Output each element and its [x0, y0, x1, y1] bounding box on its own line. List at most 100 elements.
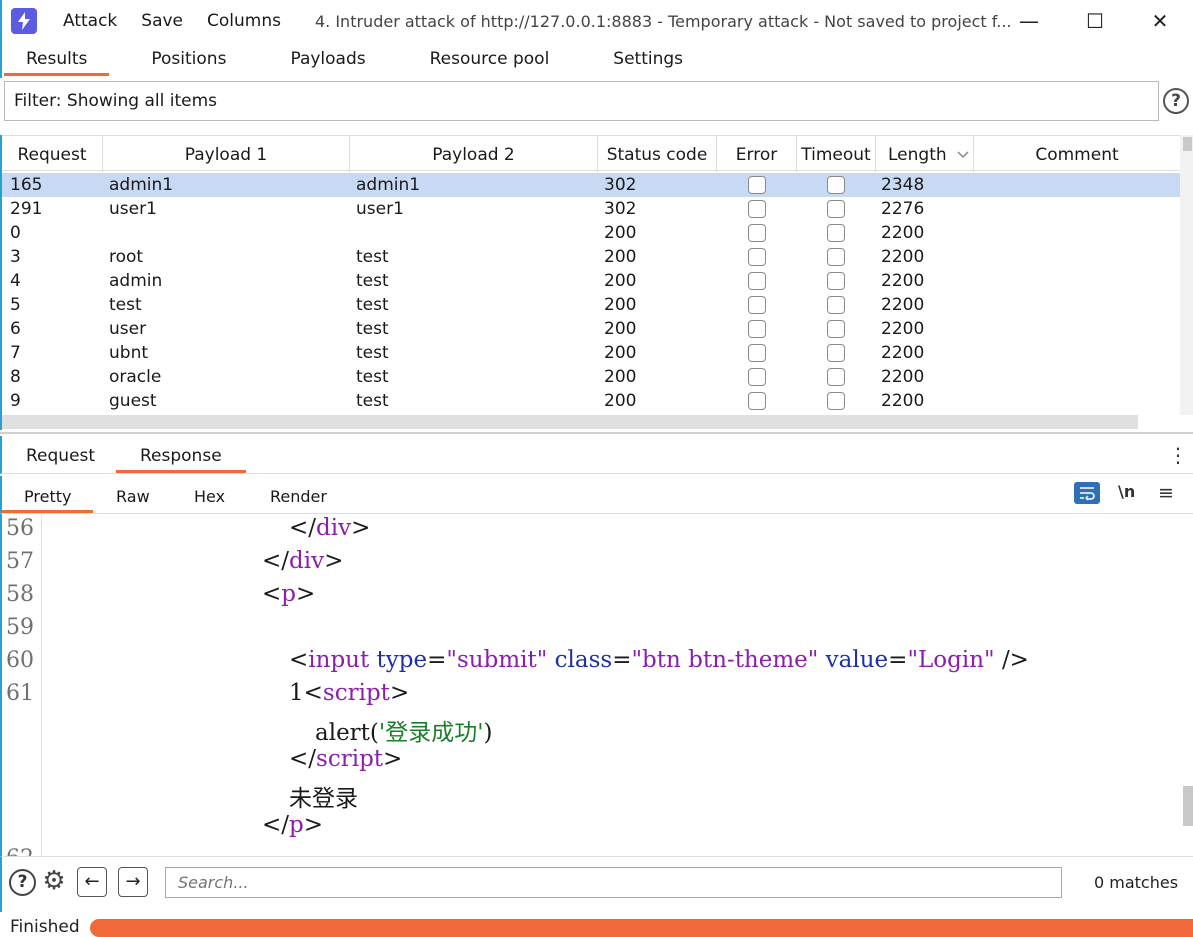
timeout-checkbox[interactable]: [827, 176, 845, 194]
error-checkbox[interactable]: [748, 200, 766, 218]
table-row[interactable]: 291 user1 user1 302 2276: [2, 197, 1180, 221]
cell-status: 200: [604, 367, 637, 387]
timeout-checkbox[interactable]: [827, 296, 845, 314]
table-row[interactable]: 7 ubnt test 200 2200: [2, 341, 1180, 365]
error-checkbox[interactable]: [748, 272, 766, 290]
tab-render[interactable]: Render: [270, 476, 327, 513]
cell-request: 291: [10, 199, 43, 219]
cell-p1: user: [109, 319, 147, 339]
help-icon[interactable]: ?: [9, 869, 36, 896]
col-timeout[interactable]: Timeout: [797, 136, 876, 172]
timeout-checkbox[interactable]: [827, 392, 845, 410]
code-bracket: />: [1001, 647, 1029, 673]
help-icon[interactable]: ?: [1163, 88, 1189, 114]
table-row[interactable]: 0 200 2200: [2, 221, 1180, 245]
menu-save[interactable]: Save: [141, 11, 183, 31]
minimize-button[interactable]: —: [1006, 4, 1052, 38]
code-line: 未登录: [289, 779, 358, 813]
table-row[interactable]: 3 root test 200 2200: [2, 245, 1180, 269]
table-row[interactable]: 9 guest test 200 2200: [2, 389, 1180, 413]
newline-icon[interactable]: \n: [1118, 482, 1135, 501]
error-checkbox[interactable]: [748, 176, 766, 194]
tab-hex[interactable]: Hex: [194, 476, 225, 513]
code-bracket: >: [383, 746, 403, 772]
cell-length: 2200: [881, 271, 925, 291]
code-bracket: <: [262, 581, 282, 607]
cell-p2: user1: [356, 199, 404, 219]
code-eq: =: [427, 647, 447, 673]
code-text: ): [483, 720, 493, 746]
col-request[interactable]: Request: [2, 136, 103, 172]
error-checkbox[interactable]: [748, 224, 766, 242]
cell-status: 200: [604, 295, 637, 315]
timeout-checkbox[interactable]: [827, 320, 845, 338]
tab-results[interactable]: Results: [4, 42, 110, 76]
request-response-tabs: Request Response: [0, 436, 1193, 474]
timeout-checkbox[interactable]: [827, 248, 845, 266]
previous-button[interactable]: ←: [77, 867, 107, 897]
vertical-scrollbar[interactable]: [1180, 135, 1193, 415]
filter-bar[interactable]: Filter: Showing all items: [4, 81, 1159, 121]
word-wrap-icon[interactable]: [1074, 482, 1100, 504]
error-checkbox[interactable]: [748, 296, 766, 314]
tab-request[interactable]: Request: [24, 436, 97, 473]
col-payload-1[interactable]: Payload 1: [103, 136, 350, 172]
code-line: </script>: [289, 746, 402, 772]
tab-positions[interactable]: Positions: [129, 42, 248, 76]
menu-attack[interactable]: Attack: [63, 11, 117, 31]
maximize-button[interactable]: ☐: [1072, 4, 1118, 38]
col-status-code[interactable]: Status code: [598, 136, 717, 172]
cell-p2: test: [356, 247, 389, 267]
menu-columns[interactable]: Columns: [207, 11, 281, 31]
tab-pretty[interactable]: Pretty: [2, 476, 94, 513]
cell-p2: test: [356, 343, 389, 363]
error-checkbox[interactable]: [748, 248, 766, 266]
cell-p2: test: [356, 271, 389, 291]
cell-p1: admin: [109, 271, 163, 291]
tab-settings[interactable]: Settings: [591, 42, 705, 76]
error-checkbox[interactable]: [748, 344, 766, 362]
line-number: 60: [6, 648, 34, 673]
col-error[interactable]: Error: [717, 136, 797, 172]
code-line: </div>: [289, 515, 370, 541]
horizontal-scrollbar[interactable]: [2, 415, 1138, 429]
col-comment[interactable]: Comment: [974, 136, 1180, 172]
code-bracket: </: [289, 515, 317, 541]
cell-length: 2200: [881, 295, 925, 315]
error-checkbox[interactable]: [748, 368, 766, 386]
timeout-checkbox[interactable]: [827, 272, 845, 290]
kebab-menu-icon[interactable]: ⋮: [1168, 445, 1188, 467]
tab-payloads[interactable]: Payloads: [268, 42, 387, 76]
timeout-checkbox[interactable]: [827, 368, 845, 386]
code-text: 1: [289, 680, 304, 706]
timeout-checkbox[interactable]: [827, 224, 845, 242]
split-divider[interactable]: [0, 432, 1193, 434]
tab-response[interactable]: Response: [116, 436, 246, 473]
cell-request: 4: [10, 271, 21, 291]
tab-raw[interactable]: Raw: [116, 476, 150, 513]
timeout-checkbox[interactable]: [827, 200, 845, 218]
editor-scroll-thumb[interactable]: [1183, 786, 1193, 826]
line-number: 58: [6, 582, 34, 607]
hamburger-menu-icon[interactable]: ≡: [1158, 482, 1174, 504]
cell-length: 2200: [881, 367, 925, 387]
col-length[interactable]: Length: [876, 136, 974, 172]
vertical-scroll-thumb[interactable]: [1183, 137, 1192, 151]
cell-length: 2200: [881, 343, 925, 363]
timeout-checkbox[interactable]: [827, 344, 845, 362]
table-row[interactable]: 165 admin1 admin1 302 2348: [2, 173, 1180, 197]
close-button[interactable]: ✕: [1137, 4, 1183, 38]
table-row[interactable]: 8 oracle test 200 2200: [2, 365, 1180, 389]
progress-bar: [90, 919, 1193, 937]
table-row[interactable]: 6 user test 200 2200: [2, 317, 1180, 341]
gear-icon[interactable]: ⚙: [39, 866, 69, 896]
table-row[interactable]: 5 test test 200 2200: [2, 293, 1180, 317]
next-button[interactable]: →: [118, 867, 148, 897]
error-checkbox[interactable]: [748, 392, 766, 410]
tab-resource-pool[interactable]: Resource pool: [408, 42, 572, 76]
error-checkbox[interactable]: [748, 320, 766, 338]
table-row[interactable]: 4 admin test 200 2200: [2, 269, 1180, 293]
search-input[interactable]: [165, 867, 1062, 898]
col-payload-2[interactable]: Payload 2: [350, 136, 598, 172]
response-editor[interactable]: 56 57 58 59 60 61 62 </div> </div> <p> <…: [0, 514, 1193, 856]
